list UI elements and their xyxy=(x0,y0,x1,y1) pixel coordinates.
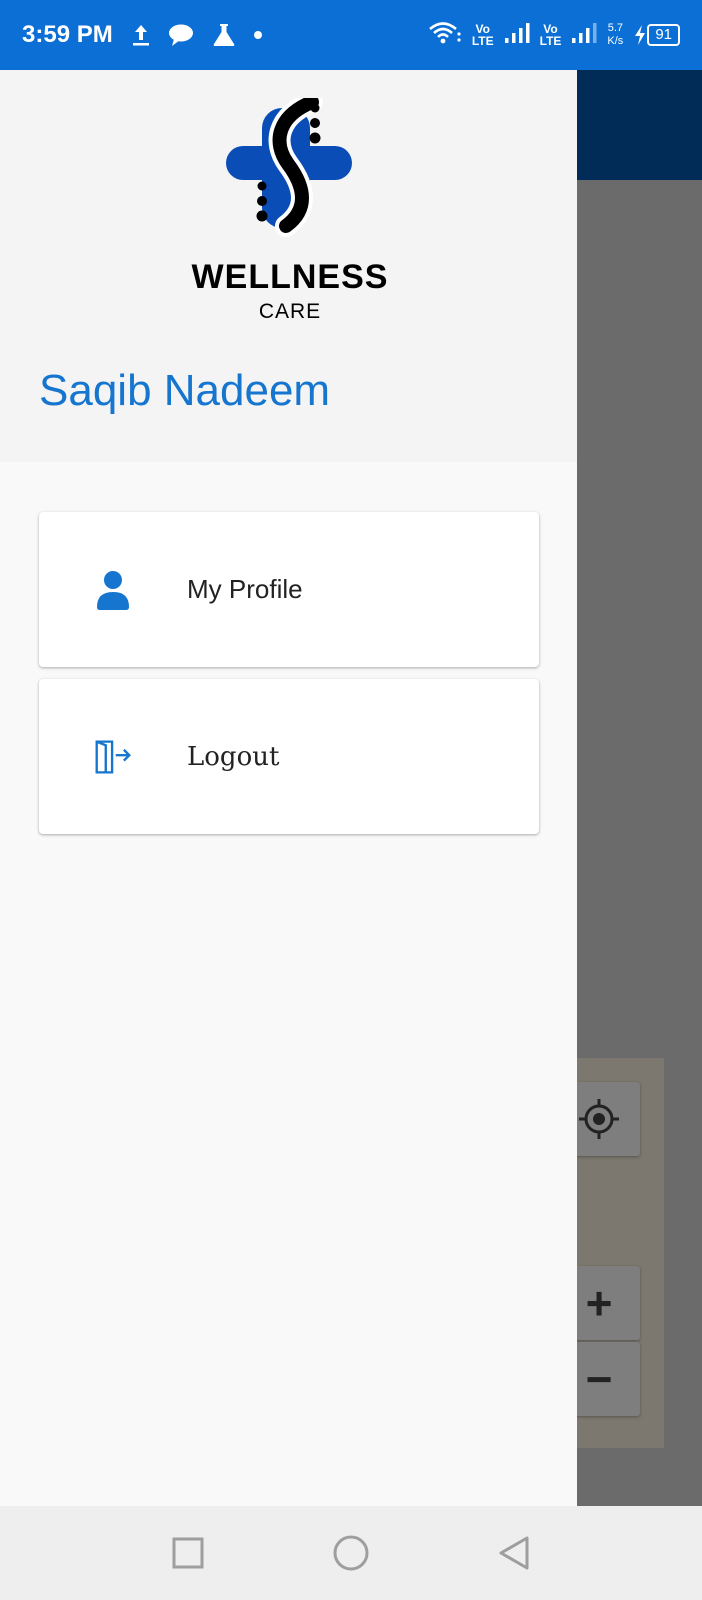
status-indicators: Vo LTE Vo LTE 5.7 K/s 91 xyxy=(428,0,680,70)
crosshair-icon xyxy=(579,1099,619,1139)
volte-bottom: LTE xyxy=(471,34,494,48)
volte-bottom-2: LTE xyxy=(539,34,562,48)
menu-item-label: My Profile xyxy=(187,574,303,604)
signal-icon xyxy=(504,22,530,49)
brand-line2: CARE xyxy=(258,300,322,323)
logout-icon xyxy=(94,735,132,779)
notification-dot-icon xyxy=(253,30,263,40)
menu-item-my-profile[interactable]: My Profile xyxy=(39,512,539,667)
home-button[interactable] xyxy=(332,1534,370,1572)
menu-item-logout[interactable]: Logout xyxy=(39,679,539,834)
recents-icon xyxy=(172,1537,204,1569)
recents-button[interactable] xyxy=(169,1534,207,1572)
battery-indicator: 91 xyxy=(633,24,680,46)
wifi-icon xyxy=(428,20,462,51)
flask-icon xyxy=(211,22,237,48)
status-time: 3:59 PM xyxy=(22,21,113,48)
wellness-care-logo: WELLNESS CARE xyxy=(190,91,390,328)
signal-icon-2 xyxy=(571,22,597,49)
network-2-label: Vo LTE xyxy=(540,23,562,47)
user-name: Saqib Nadeem xyxy=(39,366,331,415)
speed-unit: K/s xyxy=(607,35,624,47)
battery-level: 91 xyxy=(647,24,680,46)
person-icon xyxy=(94,568,132,612)
navigation-drawer: WELLNESS CARE Saqib Nadeem My Profile Lo… xyxy=(0,70,577,1506)
logo-mark-icon xyxy=(226,91,352,237)
charging-bolt-icon xyxy=(635,25,646,45)
system-navigation-bar xyxy=(0,1506,702,1600)
brand-line1: WELLNESS xyxy=(191,258,389,296)
status-bar: 3:59 PM Vo LTE Vo LTE 5.7 K/s 91 xyxy=(0,0,702,70)
back-icon xyxy=(499,1536,529,1570)
speed-value: 5.7 xyxy=(607,22,623,34)
back-button[interactable] xyxy=(495,1534,533,1572)
menu-item-label: Logout xyxy=(187,741,280,772)
network-1-label: Vo LTE xyxy=(472,23,494,47)
drawer-header: WELLNESS CARE Saqib Nadeem xyxy=(0,70,577,462)
network-speed: 5.7 K/s xyxy=(607,22,623,48)
home-icon xyxy=(333,1535,369,1571)
chat-bubble-icon xyxy=(167,23,195,47)
upload-icon xyxy=(131,23,151,47)
